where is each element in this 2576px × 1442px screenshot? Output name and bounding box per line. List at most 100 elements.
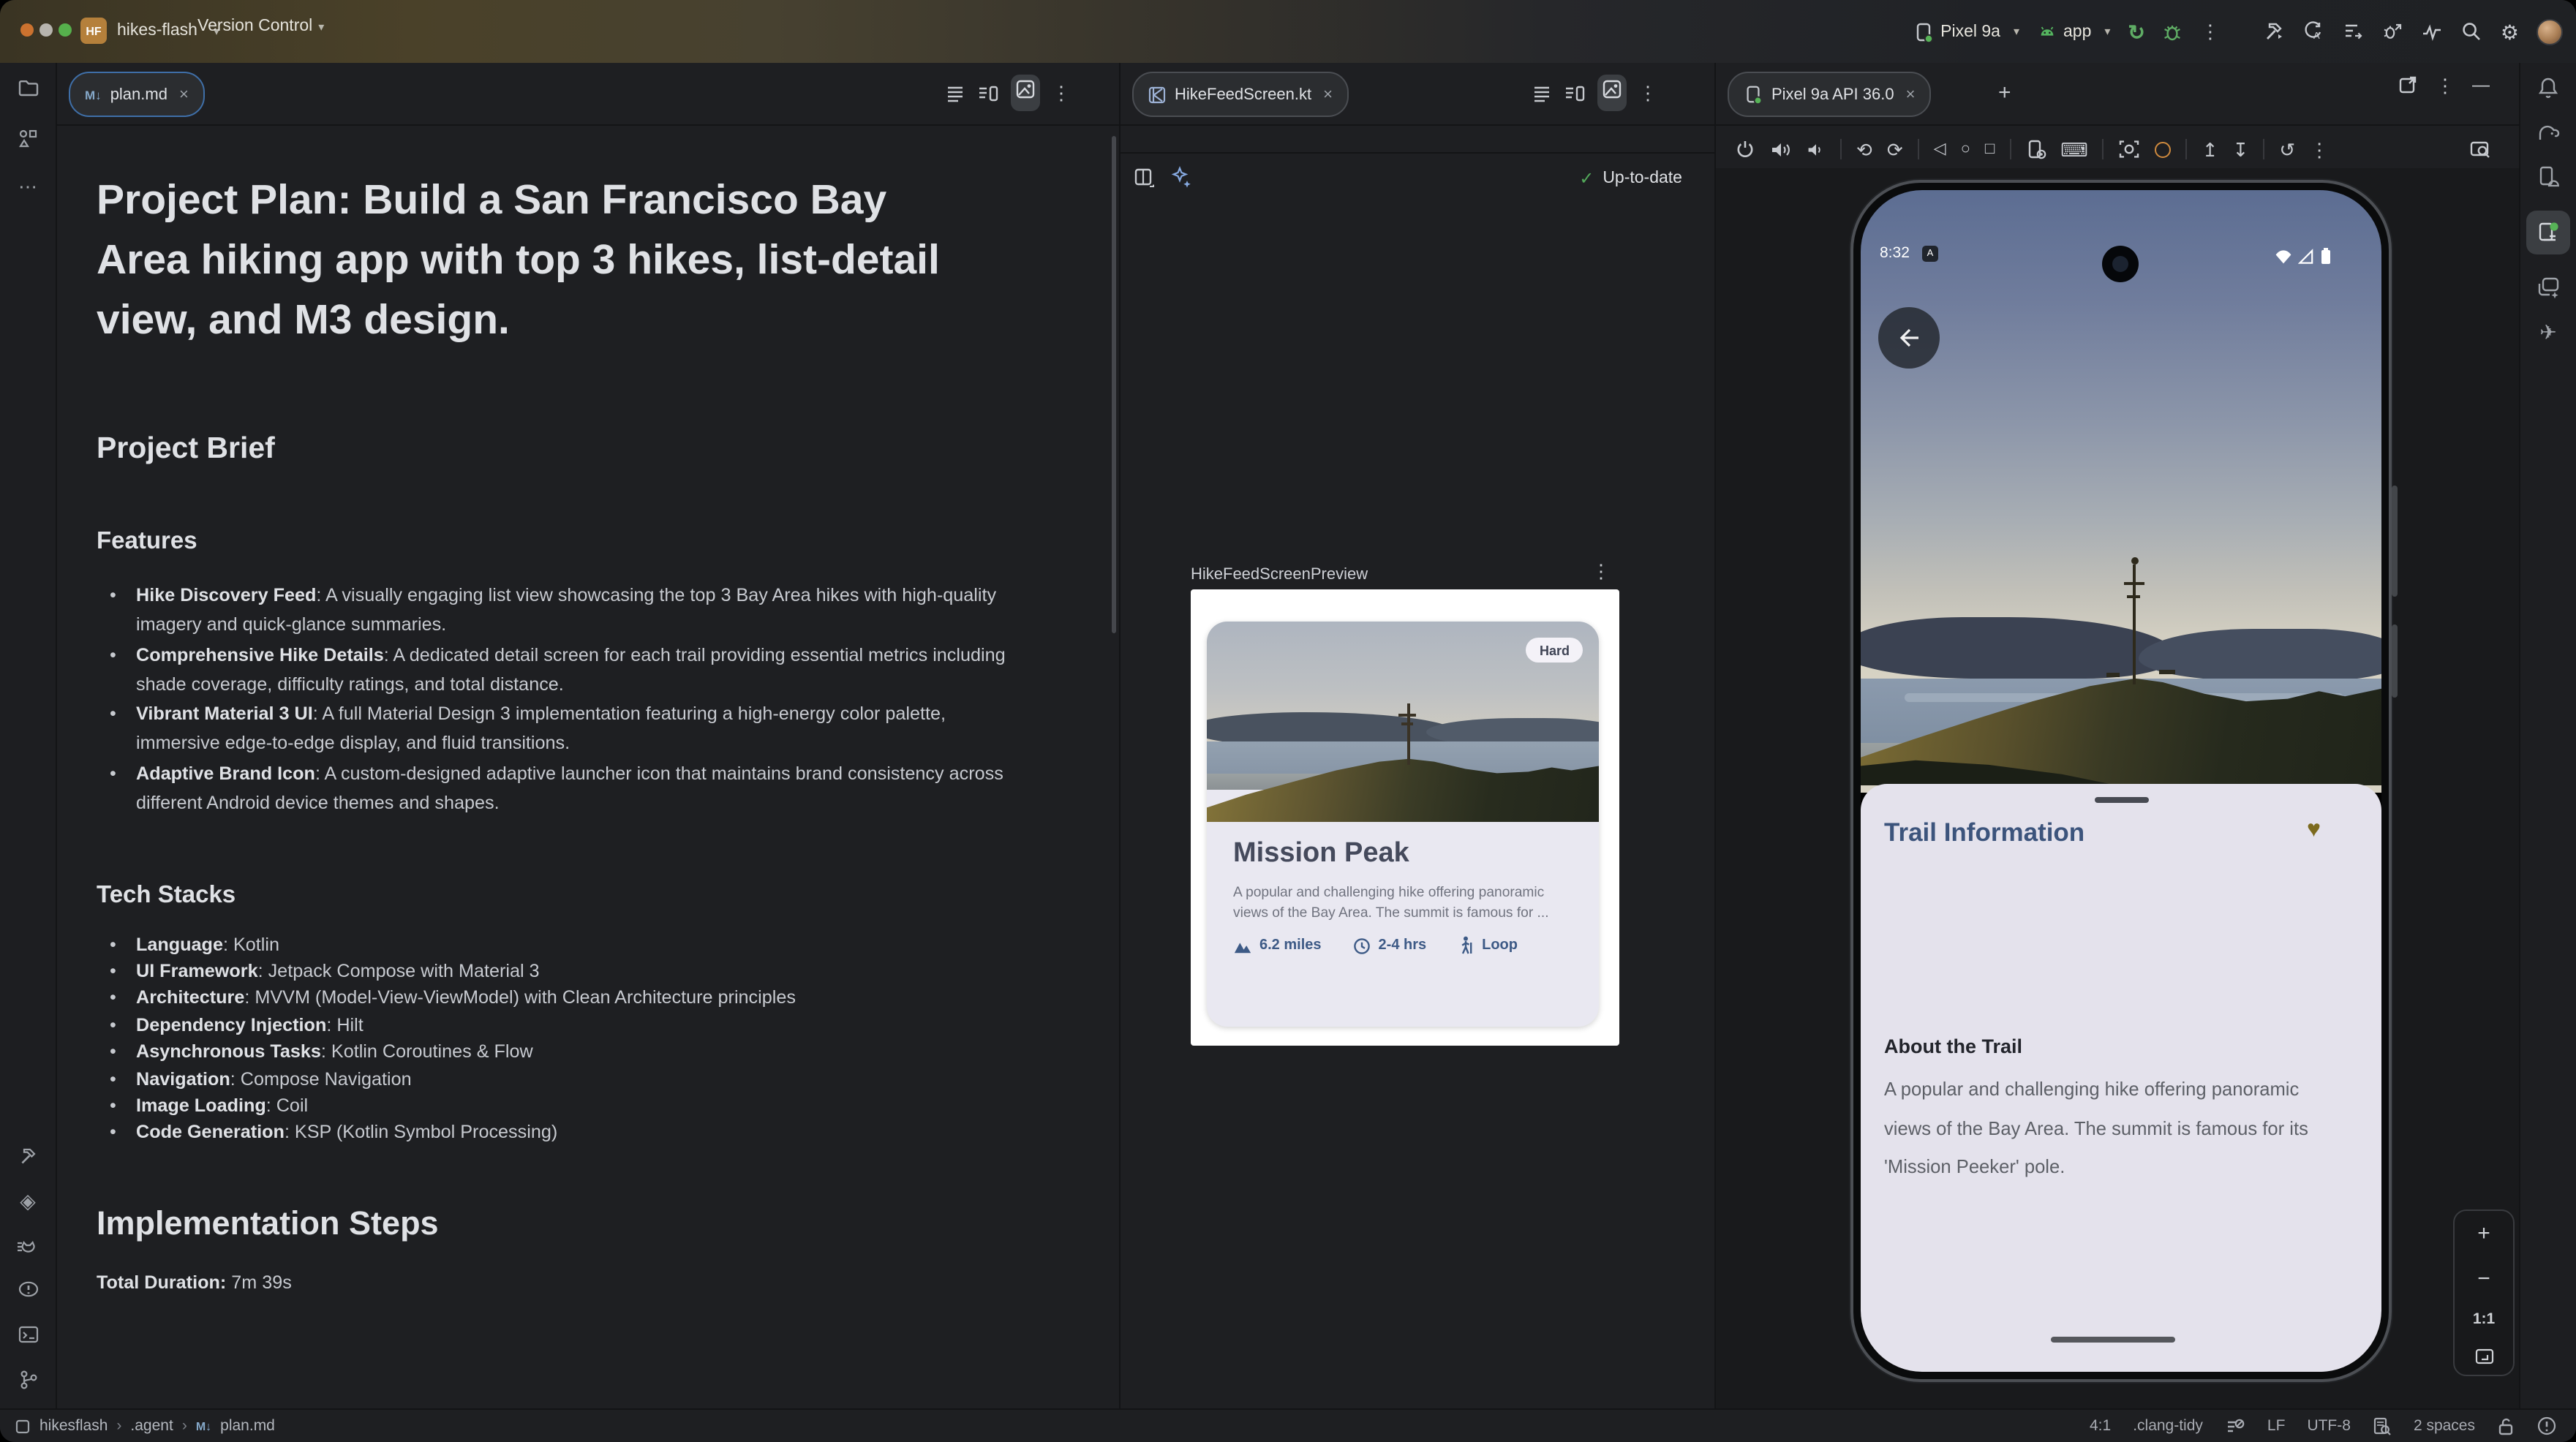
minimize-window-button[interactable] [39, 23, 53, 37]
running-devices-tool-button[interactable] [2526, 211, 2570, 254]
version-control-menu[interactable]: Version Control ▾ [197, 18, 324, 35]
source-view-icon[interactable] [945, 83, 965, 103]
problems-icon[interactable] [17, 1278, 39, 1300]
user-avatar[interactable] [2537, 18, 2563, 45]
upload-icon[interactable]: ↥ [2202, 140, 2218, 159]
breadcrumb-item[interactable]: .agent [130, 1417, 173, 1435]
run-configuration-selector[interactable]: app ▾ [2037, 22, 2110, 41]
screen-search-icon[interactable] [2469, 139, 2493, 161]
zoom-window-button[interactable] [59, 23, 72, 37]
rotate-left-icon[interactable]: ⟲ [1856, 140, 1872, 159]
settings-gear-icon[interactable]: ⚙ [2501, 21, 2519, 42]
source-view-icon[interactable] [1532, 83, 1552, 103]
zoom-in-button[interactable]: + [2477, 1221, 2490, 1246]
resource-manager-icon[interactable] [17, 127, 39, 149]
build-tool-icon[interactable] [17, 1145, 39, 1167]
close-icon[interactable]: × [1323, 86, 1333, 103]
breadcrumb-item[interactable]: hikesflash [39, 1417, 108, 1435]
scrollbar-thumb[interactable] [1112, 136, 1116, 633]
profiler-icon[interactable] [2422, 20, 2444, 42]
unlocked-icon[interactable] [2497, 1416, 2515, 1435]
attach-debugger-icon[interactable] [2382, 20, 2404, 42]
hide-panel-icon[interactable]: — [2472, 76, 2490, 94]
breadcrumb-item[interactable]: plan.md [220, 1417, 275, 1435]
volume-up-icon[interactable] [1770, 140, 1792, 159]
rotate-right-icon[interactable]: ⟳ [1887, 140, 1903, 159]
file-encoding[interactable]: UTF-8 [2307, 1417, 2351, 1435]
tab-plan-md[interactable]: M↓ plan.md × [69, 72, 205, 117]
notifications-status-icon[interactable] [2537, 1416, 2557, 1436]
gradle-elephant-icon[interactable] [2536, 121, 2561, 143]
sync-project-icon[interactable]: A [2303, 20, 2325, 42]
logcat-icon[interactable] [16, 1234, 39, 1255]
file-search-icon[interactable] [2373, 1416, 2392, 1435]
emulator-more-kebab[interactable]: ⋮ [2310, 140, 2329, 159]
device-manager-icon[interactable] [2537, 165, 2560, 189]
phone-screen[interactable]: 8:32 A [1861, 190, 2381, 1372]
screen-record-icon[interactable] [2155, 141, 2172, 157]
airplane-icon[interactable]: ✈ [2539, 322, 2556, 342]
meta-duration: 2-4 hrs [1354, 937, 1427, 954]
fit-to-window-icon[interactable] [2474, 1348, 2493, 1364]
layout-mode-icon[interactable] [1134, 166, 1156, 188]
new-device-tab-plus[interactable]: + [1998, 82, 2011, 104]
power-button [2392, 624, 2398, 698]
panel-options-kebab[interactable]: ⋮ [2436, 75, 2455, 94]
virtual-keyboard-icon[interactable]: ⌨ [2060, 140, 2088, 159]
caret-position[interactable]: 4:1 [2090, 1417, 2111, 1435]
android-home-icon[interactable]: ○ [1961, 141, 1970, 157]
battery-icon [2320, 247, 2332, 265]
tab-hikefeedscreen-kt[interactable]: HikeFeedScreen.kt × [1132, 72, 1349, 117]
build-variants-icon[interactable] [2343, 20, 2365, 42]
ai-sparkle-icon[interactable] [1170, 165, 1194, 189]
device-settings-icon[interactable] [2025, 139, 2046, 159]
indent-setting[interactable]: 2 spaces [2414, 1417, 2475, 1435]
formatter-status-icon[interactable] [2225, 1416, 2245, 1435]
zoom-reset-button[interactable]: 1:1 [2473, 1311, 2495, 1329]
search-icon[interactable] [2461, 20, 2483, 42]
tab-label: plan.md [110, 86, 167, 103]
sheet-drag-handle[interactable] [2095, 797, 2149, 803]
inspection-profile[interactable]: .clang-tidy [2133, 1417, 2203, 1435]
split-view-icon[interactable] [1564, 83, 1586, 103]
device-selector[interactable]: Pixel 9a ▾ [1913, 21, 2019, 42]
version-control-branch-icon[interactable] [17, 1369, 39, 1391]
more-tool-windows-icon[interactable]: ⋯ [18, 177, 37, 196]
window-titlebar: HF hikes-flash ▾ Version Control ▾ Pixel… [0, 0, 2576, 63]
preview-options-kebab[interactable]: ⋮ [1592, 562, 1611, 581]
debug-button[interactable] [2163, 21, 2183, 42]
close-icon[interactable]: × [179, 86, 189, 103]
tab-pixel-9a-api-36[interactable]: Pixel 9a API 36.0 × [1728, 72, 1931, 117]
gemini-assistant-icon[interactable] [2537, 276, 2560, 300]
more-actions-kebab[interactable]: ⋮ [2201, 22, 2220, 41]
notifications-bell-icon[interactable] [2537, 76, 2560, 99]
android-back-icon[interactable]: ◁ [1934, 141, 1946, 157]
app-quality-insights-icon[interactable]: ◈ [20, 1190, 36, 1211]
build-hammer-icon[interactable] [2264, 20, 2286, 42]
download-icon[interactable]: ↧ [2233, 140, 2249, 159]
favorite-heart-icon[interactable]: ♥ [2307, 818, 2321, 844]
close-window-button[interactable] [20, 23, 34, 37]
open-in-window-icon[interactable] [2398, 75, 2418, 95]
split-view-icon[interactable] [977, 83, 999, 103]
project-folder-icon[interactable] [17, 78, 39, 99]
compose-preview-canvas[interactable]: Hard Mission Peak A popular and challeng… [1191, 589, 1619, 1046]
snapshot-restore-icon[interactable]: ↺ [2279, 140, 2295, 159]
volume-down-icon[interactable] [1807, 140, 1826, 159]
power-icon[interactable] [1735, 139, 1755, 159]
preview-composable-label[interactable]: HikeFeedScreenPreview [1191, 566, 1368, 584]
close-icon[interactable]: × [1906, 86, 1916, 103]
zoom-out-button[interactable]: − [2477, 1266, 2490, 1291]
preview-view-toggle-selected[interactable] [1011, 75, 1040, 111]
tab-options-kebab[interactable]: ⋮ [1638, 83, 1657, 102]
rerun-button[interactable]: ↻ [2128, 21, 2144, 42]
android-overview-icon[interactable]: □ [1985, 141, 1995, 157]
gesture-nav-bar[interactable] [2051, 1337, 2175, 1343]
back-button[interactable] [1878, 307, 1940, 369]
line-ending[interactable]: LF [2267, 1417, 2286, 1435]
tab-options-kebab[interactable]: ⋮ [1052, 83, 1071, 102]
terminal-icon[interactable] [17, 1324, 39, 1345]
features-list: Hike Discovery Feed: A visually engaging… [97, 581, 1062, 817]
preview-view-toggle-selected[interactable] [1597, 75, 1627, 111]
screenshot-icon[interactable] [2119, 139, 2141, 159]
